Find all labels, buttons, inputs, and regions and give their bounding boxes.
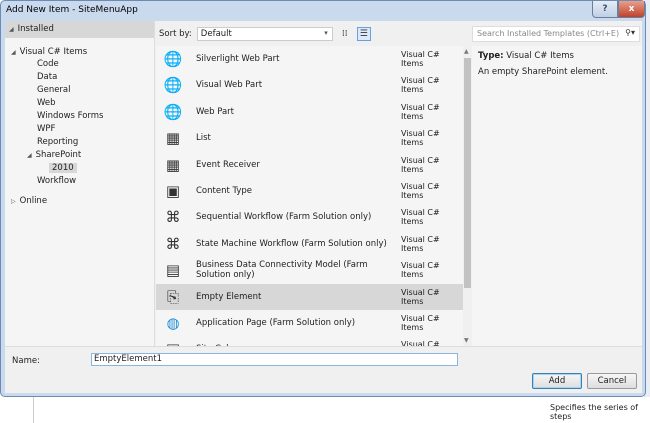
template-type: Visual C# Items xyxy=(401,129,440,148)
bottom-bar: Name: EmptyElement1 Add Cancel xyxy=(5,346,642,393)
template-item[interactable]: ▦ List Visual C# Items xyxy=(156,125,463,151)
template-item[interactable]: 🌐 Visual Web Part Visual C# Items xyxy=(156,72,463,98)
globe-icon: 🌐 xyxy=(163,76,183,95)
chevron-down-icon: ▾ xyxy=(324,29,328,37)
type-label: Type: xyxy=(478,51,504,61)
workflow-icon: ⌘ xyxy=(165,234,181,253)
workflow-icon: ⌘ xyxy=(165,208,181,227)
add-button[interactable]: Add xyxy=(532,373,582,389)
tree-installed[interactable]: ◢ Installed xyxy=(5,21,154,38)
template-name: Visual Web Part xyxy=(196,80,263,91)
expand-icon: ◢ xyxy=(9,26,14,33)
template-item[interactable]: 🌐 Web Part Visual C# Items xyxy=(156,99,463,125)
help-button[interactable]: ? xyxy=(592,1,618,18)
template-item[interactable]: ◍ Application Page (Farm Solution only) Vi… xyxy=(156,310,463,336)
template-item[interactable]: ⎘ Empty Element Visual C# Items xyxy=(156,283,463,310)
template-type: Visual C# Items xyxy=(401,155,440,174)
tree-online[interactable]: ▷ Online xyxy=(11,196,47,206)
tree-general[interactable]: General xyxy=(37,85,71,95)
close-button[interactable]: x xyxy=(618,1,645,18)
background-description: Specifies the series of steps xyxy=(550,403,638,421)
template-type: Visual C# Items xyxy=(401,314,440,332)
cancel-button[interactable]: Cancel xyxy=(587,373,637,389)
list-view-button[interactable]: ☰ xyxy=(356,27,371,41)
scrollbar-thumb[interactable] xyxy=(464,58,471,288)
expand-icon: ◢ xyxy=(27,152,32,159)
template-tree: ◢ Installed ◢ Visual C# Items Code Data Ge… xyxy=(5,21,155,346)
tree-reporting[interactable]: Reporting xyxy=(37,137,78,147)
window-title: Add New Item - SiteMenuApp xyxy=(6,5,138,15)
globe-icon: 🌐 xyxy=(163,50,183,68)
template-name: Silverlight Web Part xyxy=(196,54,280,64)
template-item[interactable]: ⌘ State Machine Workflow (Farm Solution o… xyxy=(156,231,463,257)
template-name: List xyxy=(196,133,211,144)
scroll-down-icon[interactable]: ▼ xyxy=(464,337,469,344)
template-name: Business Data Connectivity Model (Farm S… xyxy=(196,260,368,281)
column-icon: □ xyxy=(163,339,183,346)
template-name: Event Receiver xyxy=(196,159,260,170)
background-divider xyxy=(33,397,34,423)
template-name: Empty Element xyxy=(196,291,262,302)
bdc-icon: ▤ xyxy=(165,261,181,280)
tree-windows-forms[interactable]: Windows Forms xyxy=(37,111,104,121)
template-name: State Machine Workflow (Farm Solution on… xyxy=(196,238,387,249)
tree-web[interactable]: Web xyxy=(37,98,56,108)
template-name: Web Part xyxy=(196,106,235,117)
list-scrollbar[interactable]: ▲ ▼ xyxy=(463,46,472,346)
template-type: Visual C# Items xyxy=(401,287,440,306)
tree-sharepoint[interactable]: ◢ SharePoint xyxy=(27,150,81,160)
template-type: Visual C# Items xyxy=(401,182,440,200)
content-type-icon: ▣ xyxy=(165,182,181,200)
search-placeholder: Search Installed Templates (Ctrl+E) xyxy=(477,29,620,38)
sort-value: Default xyxy=(200,29,232,39)
small-icons-view-button[interactable]: ⁞⁞ xyxy=(338,27,352,41)
search-input[interactable]: Search Installed Templates (Ctrl+E) ⚲▾ xyxy=(472,26,640,42)
template-name: Content Type xyxy=(196,186,253,196)
globe-icon: 🌐 xyxy=(163,102,183,121)
sort-dropdown[interactable]: Default ▾ xyxy=(196,27,333,41)
template-type: Visual C# Items xyxy=(401,208,440,227)
scroll-up-icon[interactable]: ▲ xyxy=(464,48,469,55)
template-type: Visual C# Items xyxy=(401,76,440,95)
element-icon: ⎘ xyxy=(166,287,179,306)
template-item[interactable]: □Site ColumnVisual C# Items xyxy=(156,336,463,346)
grid-icon: ▦ xyxy=(165,155,181,174)
template-type: Visual C# Items xyxy=(401,234,440,253)
tree-sharepoint-2010[interactable]: 2010 xyxy=(49,163,77,173)
grid-icon: ▦ xyxy=(165,129,181,148)
type-value: Visual C# Items xyxy=(506,51,574,61)
template-item[interactable]: ▦ Event Receiver Visual C# Items xyxy=(156,152,463,178)
template-type: Visual C# Items xyxy=(401,50,440,68)
tree-visual-cs[interactable]: ◢ Visual C# Items xyxy=(11,47,87,57)
name-input[interactable]: EmptyElement1 xyxy=(91,353,458,366)
name-label: Name: xyxy=(12,356,40,366)
description: An empty SharePoint element. xyxy=(478,67,608,77)
search-icon[interactable]: ⚲▾ xyxy=(625,28,635,37)
tree-data[interactable]: Data xyxy=(37,72,57,82)
template-name: Sequential Workflow (Farm Solution only) xyxy=(196,212,372,223)
sort-bar: Sort by: Default ▾ ⁞⁞ ☰ xyxy=(159,27,371,41)
tree-workflow[interactable]: Workflow xyxy=(37,176,76,186)
template-item[interactable]: ⌘ Sequential Workflow (Farm Solution only… xyxy=(156,204,463,230)
tree-wpf[interactable]: WPF xyxy=(37,124,55,134)
template-type: Visual C# Items xyxy=(401,102,440,121)
template-name: Application Page (Farm Solution only) xyxy=(196,318,356,328)
sort-label: Sort by: xyxy=(159,29,192,39)
template-type: Visual C# Items xyxy=(401,261,440,280)
template-item[interactable]: ▤ Business Data Connectivity Model (Farm … xyxy=(156,257,463,283)
collapse-icon: ▷ xyxy=(11,198,16,205)
template-item[interactable]: 🌐 Silverlight Web Part Visual C# Items xyxy=(156,46,463,72)
details-panel: Type: Visual C# Items An empty SharePoin… xyxy=(472,46,642,346)
tree-code[interactable]: Code xyxy=(37,59,59,69)
add-new-item-dialog: Add New Item - SiteMenuApp ? x ◢ Installe… xyxy=(0,0,646,397)
template-list: 🌐 Silverlight Web Part Visual C# Items 🌐 Vis… xyxy=(156,46,463,346)
app-page-icon: ◍ xyxy=(166,314,180,332)
expand-icon: ◢ xyxy=(11,49,16,56)
template-item[interactable]: ▣ Content Type Visual C# Items xyxy=(156,178,463,204)
